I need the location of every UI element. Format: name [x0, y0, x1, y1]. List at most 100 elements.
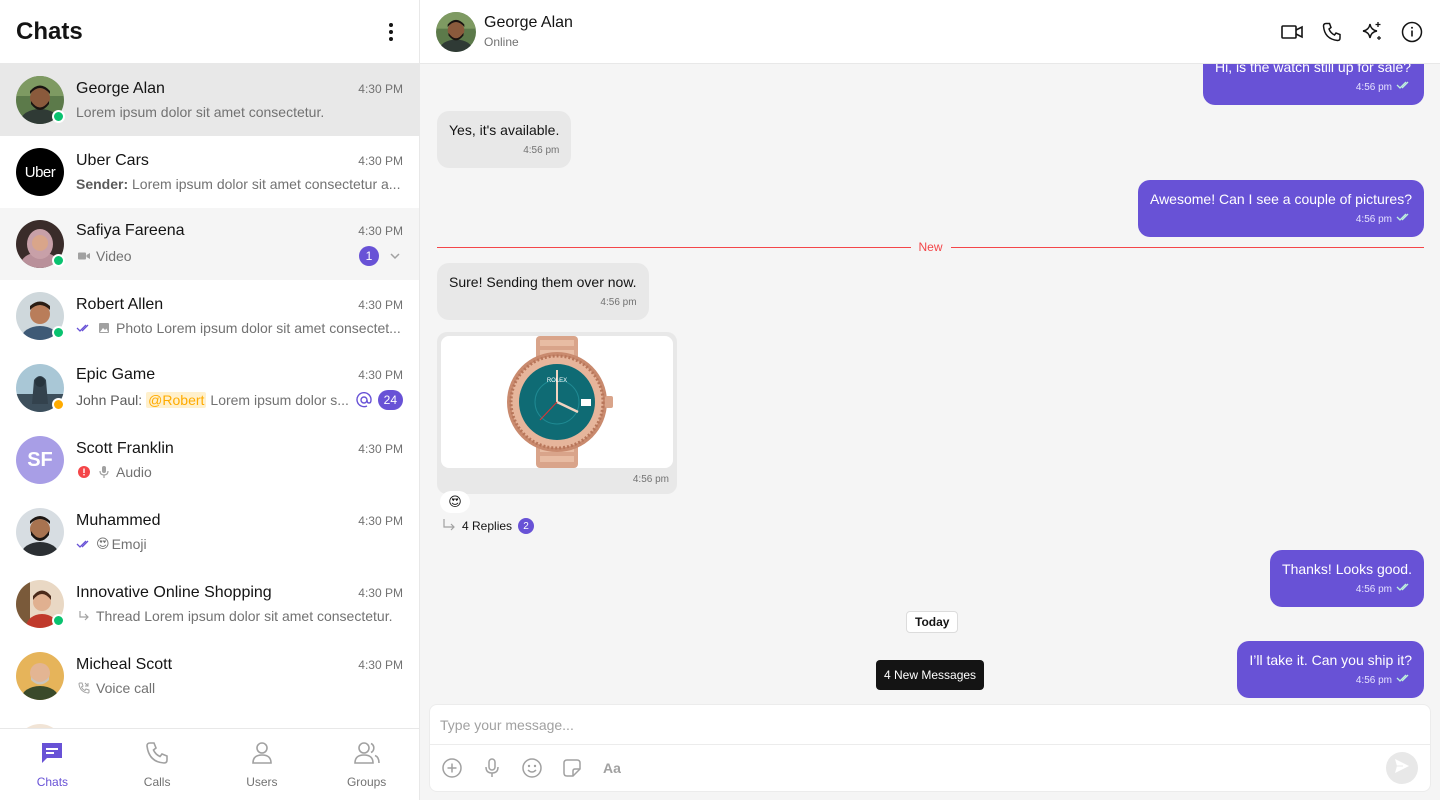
- message-text: Yes, it's available.: [449, 122, 560, 138]
- thread-arrow-icon: [442, 518, 456, 534]
- message-text: Sure! Sending them over now.: [449, 274, 637, 290]
- text-format-icon[interactable]: Aa: [602, 758, 622, 778]
- chat-preview: Lorem ipsum dolor sit amet consectetur a…: [132, 176, 401, 192]
- chat-time: 4:30 PM: [358, 82, 403, 96]
- double-check-icon: [76, 320, 92, 336]
- read-receipt-icon: [1396, 79, 1412, 97]
- read-receipt-icon: [1396, 211, 1412, 229]
- microphone-icon[interactable]: [482, 758, 502, 778]
- avatar: [16, 76, 65, 124]
- chat-item-micheal-scott[interactable]: Micheal Scott 4:30 PM Voice call: [0, 640, 419, 712]
- avatar: [16, 220, 65, 268]
- message-input[interactable]: [430, 705, 1430, 745]
- chat-icon: [39, 740, 65, 769]
- chat-item-muhammed[interactable]: Muhammed 4:30 PM 😍 Emoji: [0, 496, 419, 568]
- emoji-icon[interactable]: [522, 758, 542, 778]
- incoming-message[interactable]: Yes, it's available. 4:56 pm: [437, 111, 572, 168]
- chat-time: 4:30 PM: [358, 154, 403, 168]
- nav-label: Users: [246, 775, 278, 789]
- info-icon[interactable]: [1400, 20, 1424, 44]
- video-call-icon[interactable]: [1280, 20, 1304, 44]
- group-status-icon: [52, 398, 65, 411]
- new-messages-divider: New: [437, 240, 1425, 254]
- send-icon: [1393, 757, 1411, 780]
- replies-unread-badge: 2: [518, 518, 535, 534]
- chat-item-scott-franklin[interactable]: SF Scott Franklin 4:30 PM Audio: [0, 424, 419, 496]
- avatar: [16, 292, 65, 340]
- chat-name: Scott Franklin: [76, 440, 174, 457]
- error-icon: [76, 464, 92, 480]
- outgoing-message[interactable]: Awesome! Can I see a couple of pictures?…: [1137, 180, 1424, 237]
- more-options-icon[interactable]: [379, 20, 403, 44]
- outgoing-message[interactable]: Thanks! Looks good. 4:56 pm: [1270, 550, 1424, 607]
- nav-tab-users[interactable]: Users: [210, 729, 315, 800]
- add-attachment-icon[interactable]: [442, 758, 462, 778]
- image-icon: [96, 320, 112, 336]
- send-button[interactable]: [1386, 752, 1418, 784]
- message-time: 4:56 pm: [1355, 82, 1392, 93]
- message-time: 4:56 pm: [600, 297, 637, 308]
- chat-name: Innovative Online Shopping: [76, 584, 272, 601]
- online-status-dot: [52, 326, 65, 339]
- message-time: 4:56 pm: [1355, 214, 1392, 225]
- contact-name: George Alan: [484, 14, 573, 31]
- message-text: Thanks! Looks good.: [1282, 561, 1412, 577]
- chat-item-robert-allen[interactable]: Robert Allen 4:30 PM Photo Lorem ipsum d…: [0, 280, 419, 352]
- thread-replies-link[interactable]: 4 Replies 2: [442, 518, 535, 534]
- incoming-message[interactable]: Sure! Sending them over now. 4:56 pm: [437, 263, 649, 320]
- message-time: 4:56 pm: [523, 145, 560, 156]
- chat-name: George Alan: [76, 80, 165, 97]
- date-separator: Today: [906, 611, 959, 633]
- message-text: Awesome! Can I see a couple of pictures?: [1149, 191, 1412, 207]
- reaction-chip[interactable]: 😍: [440, 491, 470, 513]
- chat-list: George Alan 4:30 PM Lorem ipsum dolor si…: [0, 64, 419, 728]
- chat-preview: Emoji: [111, 536, 147, 552]
- new-divider-label: New: [918, 240, 943, 254]
- chat-preview: Photo Lorem ipsum dolor sit amet consect…: [116, 320, 401, 336]
- image-message[interactable]: ROLEX 4:56 pm: [437, 332, 677, 494]
- nav-tab-calls[interactable]: Calls: [105, 729, 210, 800]
- chat-item-uber-cars[interactable]: Uber Uber Cars 4:30 PM Sender: Lorem ips…: [0, 136, 419, 208]
- outgoing-message[interactable]: Hi, is the watch still up for sale? 4:56…: [1203, 64, 1424, 105]
- ai-sparkle-icon[interactable]: [1360, 20, 1384, 44]
- chat-sender: John Paul:: [76, 392, 143, 408]
- chat-preview: Thread Lorem ipsum dolor sit amet consec…: [96, 608, 393, 624]
- chat-item-epic-game[interactable]: Epic Game 4:30 PM John Paul: @Robert Lor…: [0, 352, 419, 424]
- read-receipt-icon: [1396, 581, 1412, 599]
- avatar[interactable]: [436, 11, 476, 52]
- chat-item-george-alan[interactable]: George Alan 4:30 PM Lorem ipsum dolor si…: [0, 64, 419, 136]
- chat-item-partial[interactable]: [0, 712, 419, 728]
- chat-name: Epic Game: [76, 366, 156, 383]
- replies-count: 4 Replies: [462, 519, 513, 533]
- unread-badge: 1: [359, 246, 379, 266]
- chat-item-safiya-fareena[interactable]: Safiya Fareena 4:30 PM Video 1: [0, 208, 419, 280]
- chat-sender: Sender:: [76, 176, 129, 192]
- outgoing-message[interactable]: I’ll take it. Can you ship it? 4:56 pm: [1237, 641, 1424, 698]
- nav-tab-groups[interactable]: Groups: [314, 729, 419, 800]
- chat-name: Safiya Fareena: [76, 222, 185, 239]
- new-messages-button[interactable]: 4 New Messages: [876, 660, 985, 690]
- conversation-header: George Alan Online: [420, 0, 1440, 64]
- lock-status-icon: [52, 614, 65, 627]
- avatar: [16, 652, 64, 700]
- sticker-icon[interactable]: [562, 758, 582, 778]
- chat-time: 4:30 PM: [358, 224, 403, 238]
- chat-preview: Lorem ipsum dolor s...: [210, 392, 349, 408]
- message-list: Hi, is the watch still up for sale? 4:56…: [420, 64, 1440, 704]
- watch-brand-text: ROLEX: [547, 378, 567, 384]
- avatar-initials: SF: [27, 448, 53, 471]
- voice-call-icon[interactable]: [1320, 20, 1344, 44]
- chat-time: 4:30 PM: [358, 586, 403, 600]
- chat-time: 4:30 PM: [358, 298, 403, 312]
- chat-name: Micheal Scott: [76, 656, 173, 673]
- chat-name: Robert Allen: [76, 296, 164, 313]
- watch-image[interactable]: ROLEX: [441, 336, 673, 468]
- mention-icon: [356, 392, 372, 408]
- sidebar-title: Chats: [16, 17, 83, 45]
- nav-tab-chats[interactable]: Chats: [0, 729, 105, 800]
- chat-item-innovative-online-shopping[interactable]: Innovative Online Shopping 4:30 PM Threa…: [0, 568, 419, 640]
- chat-time: 4:30 PM: [358, 368, 403, 382]
- chevron-down-icon[interactable]: [387, 248, 403, 264]
- conversation-panel: George Alan Online Hi, is the watch stil…: [420, 0, 1440, 800]
- phone-icon: [144, 740, 170, 769]
